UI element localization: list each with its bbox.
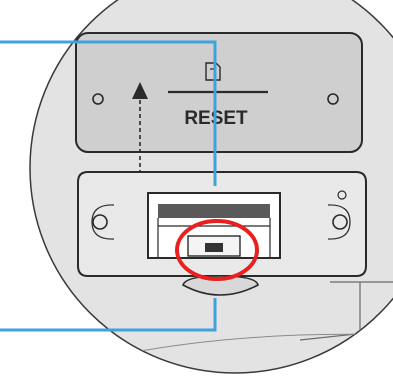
cover-panel: RESET: [75, 32, 363, 153]
reset-button-key[interactable]: [205, 243, 223, 252]
device-reset-diagram: RESET: [0, 0, 393, 374]
usb-port-opening: [158, 204, 270, 218]
reset-button[interactable]: [187, 235, 241, 257]
